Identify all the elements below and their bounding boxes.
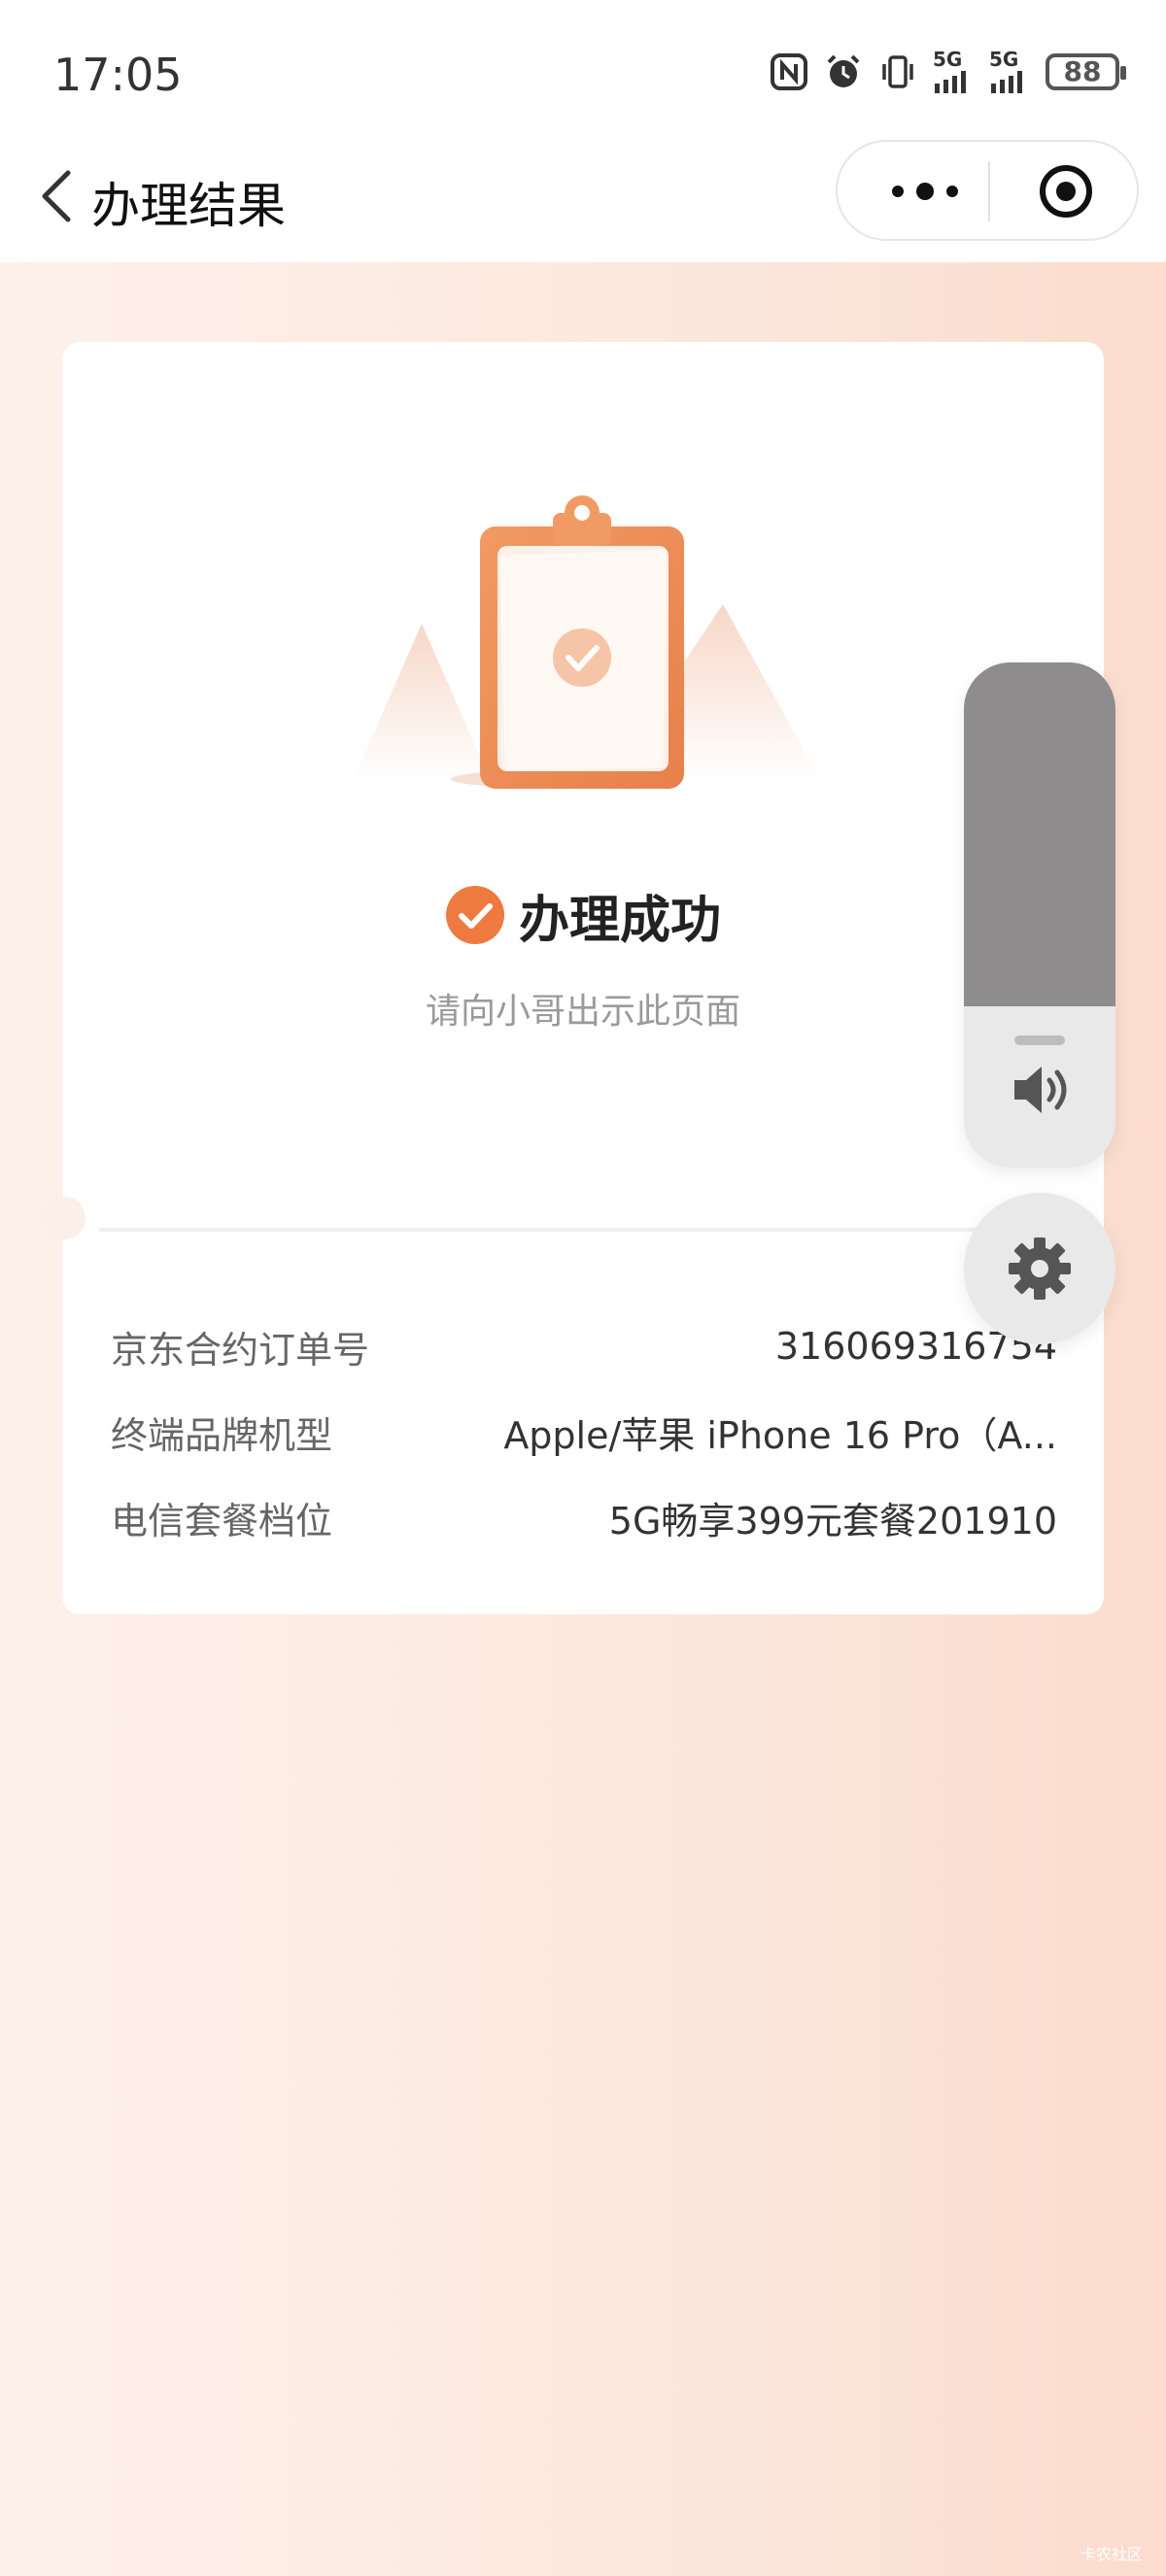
page-title: 办理结果 [91, 178, 286, 234]
detail-row-device-model: 终端品牌机型 Apple/苹果 iPhone 16 Pro（A... [111, 1389, 1057, 1474]
signal-icon: 5G [933, 50, 974, 93]
nfc-icon [771, 53, 807, 90]
clipboard-success-icon [354, 495, 820, 789]
volume-slider[interactable] [964, 662, 1115, 1168]
divider [99, 1228, 1067, 1232]
order-details: 京东合约订单号 316069316754 终端品牌机型 Apple/苹果 iPh… [111, 1304, 1057, 1560]
speaker-icon[interactable] [1007, 1057, 1073, 1123]
capsule-divider [988, 161, 990, 221]
alarm-icon [827, 54, 860, 87]
watermark: 卡农社区 [1080, 2545, 1143, 2563]
detail-value: Apple/苹果 iPhone 16 Pro（A... [503, 1413, 1057, 1457]
vibrate-icon [882, 55, 913, 88]
chevron-left-icon[interactable] [37, 167, 76, 225]
result-card: 办理成功 请向小哥出示此页面 京东合约订单号 316069316754 终端品牌… [43, 342, 1104, 1614]
success-hint: 请向小哥出示此页面 [425, 992, 740, 1032]
detail-row-plan: 电信套餐档位 5G畅享399元套餐201910 [111, 1474, 1057, 1560]
gear-icon [1009, 1237, 1071, 1300]
success-title: 办理成功 [518, 891, 721, 950]
check-circle-icon [445, 886, 504, 944]
status-icons: 5G 5G 88 [770, 50, 1126, 93]
detail-row-order-number: 京东合约订单号 316069316754 [111, 1304, 1057, 1389]
settings-button[interactable] [964, 1193, 1115, 1344]
more-dots-icon[interactable] [886, 177, 964, 206]
target-icon[interactable] [1039, 164, 1093, 219]
volume-handle[interactable] [1014, 1035, 1065, 1045]
detail-label: 电信套餐档位 [111, 1499, 333, 1542]
battery-icon: 88 [1046, 53, 1126, 90]
detail-label: 终端品牌机型 [111, 1413, 333, 1457]
success-row: 办理成功 [62, 876, 1104, 954]
mini-program-capsule [836, 140, 1139, 241]
detail-label: 京东合约订单号 [111, 1328, 370, 1372]
card-notch [43, 1197, 86, 1239]
volume-level-fill [964, 662, 1115, 1006]
signal-icon: 5G [989, 50, 1030, 93]
detail-value: 5G畅享399元套餐201910 [608, 1499, 1057, 1542]
status-bar: 17:05 5G 5G 88 [0, 0, 1166, 146]
status-time: 17:05 [53, 49, 183, 101]
